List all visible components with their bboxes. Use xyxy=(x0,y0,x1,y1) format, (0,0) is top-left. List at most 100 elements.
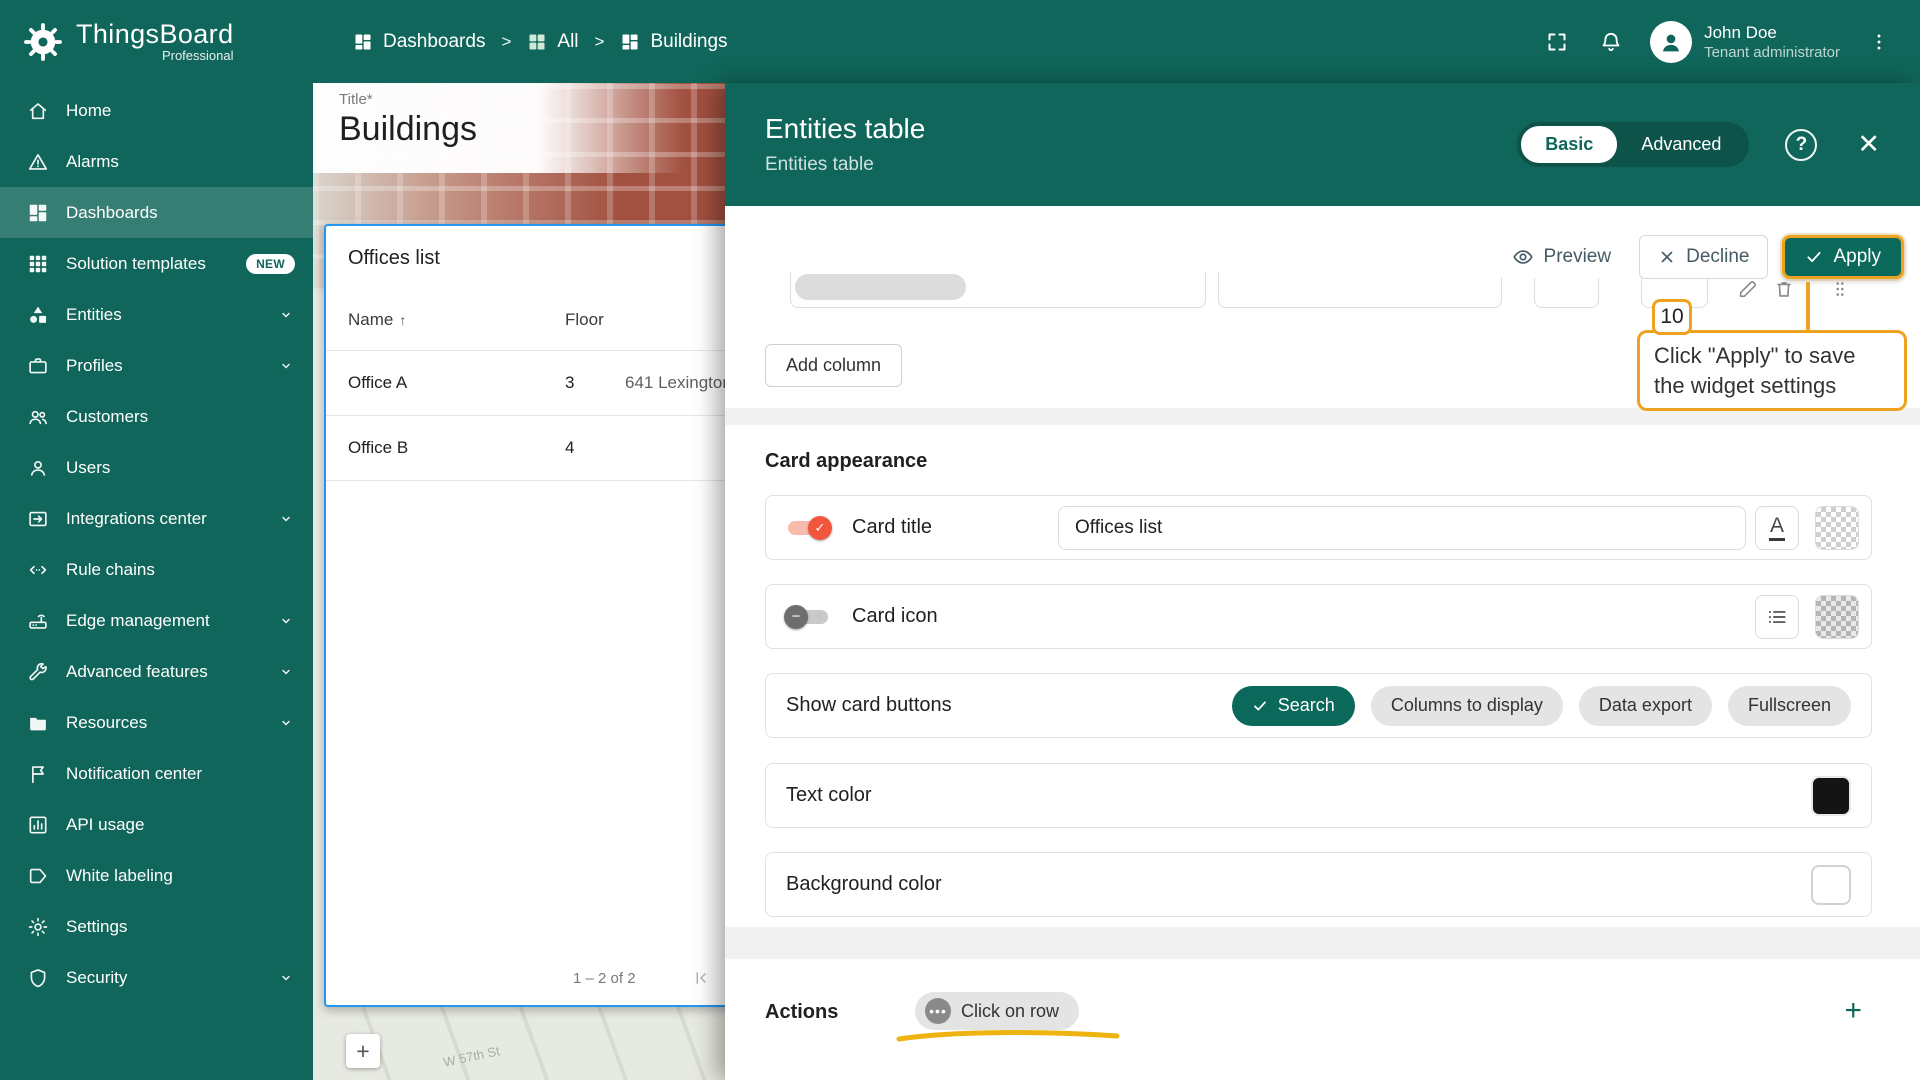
sidebar-item-notification-center[interactable]: Notification center xyxy=(0,748,313,799)
card-icon-toggle[interactable]: − xyxy=(784,604,830,629)
card-title-color-swatch[interactable] xyxy=(1815,506,1859,550)
brand[interactable]: ThingsBoard Professional xyxy=(0,0,313,83)
trash-icon[interactable] xyxy=(1773,278,1795,300)
entities-icon xyxy=(26,303,50,327)
text-color-swatch[interactable] xyxy=(1811,775,1851,816)
sidebar-item-white-labeling[interactable]: White labeling xyxy=(0,850,313,901)
panel-toolbar: Preview Decline Apply xyxy=(1497,235,1904,279)
chevron-down-icon xyxy=(277,969,295,987)
sidebar-item-rule-chains[interactable]: Rule chains xyxy=(0,544,313,595)
sidebar-item-advanced-features[interactable]: Advanced features xyxy=(0,646,313,697)
tab-basic[interactable]: Basic xyxy=(1521,126,1618,163)
preview-button[interactable]: Preview xyxy=(1497,236,1626,278)
breadcrumb-buildings[interactable]: Buildings xyxy=(620,31,728,53)
table-row[interactable]: Office A 3 641 Lexington xyxy=(326,351,725,416)
toggle-knob-minus-icon: − xyxy=(784,604,808,629)
sidebar-item-settings[interactable]: Settings xyxy=(0,901,313,952)
edit-pencil-icon[interactable] xyxy=(1737,278,1759,300)
truncated-width-field[interactable] xyxy=(1534,278,1599,308)
truncated-chip xyxy=(795,274,966,300)
sidebar-menu: Home Alarms Dashboards Solution template… xyxy=(0,85,313,1003)
sidebar-item-entities[interactable]: Entities xyxy=(0,289,313,340)
chevron-down-icon xyxy=(277,510,295,528)
column-header-name[interactable]: Name ↑ xyxy=(348,310,565,330)
sidebar-item-resources[interactable]: Resources xyxy=(0,697,313,748)
sidebar-item-alarms[interactable]: Alarms xyxy=(0,136,313,187)
sidebar-item-home[interactable]: Home xyxy=(0,85,313,136)
card-icon-row: − Card icon xyxy=(765,584,1872,649)
breadcrumb-all[interactable]: All xyxy=(527,31,579,53)
dashboard-canvas: Title* Buildings W 57th St Offices list … xyxy=(313,83,725,1080)
card-title-toggle[interactable]: ✓ xyxy=(786,515,832,540)
actions-heading: Actions xyxy=(765,1001,839,1023)
sidebar-item-profiles[interactable]: Profiles xyxy=(0,340,313,391)
card-icon-color-swatch[interactable] xyxy=(1815,595,1859,639)
card-appearance-heading: Card appearance xyxy=(765,450,928,472)
truncated-column-key-field[interactable] xyxy=(1218,272,1502,308)
eye-icon xyxy=(1512,246,1534,268)
chip-search[interactable]: Search xyxy=(1231,685,1355,726)
sidebar-item-integrations-center[interactable]: Integrations center xyxy=(0,493,313,544)
pagination-range: 1 – 2 of 2 xyxy=(573,969,636,987)
drag-handle-icon[interactable] xyxy=(1829,278,1851,300)
sidebar-item-api-usage[interactable]: API usage xyxy=(0,799,313,850)
apply-button[interactable]: Apply xyxy=(1782,235,1904,279)
sidebar-item-edge-management[interactable]: Edge management xyxy=(0,595,313,646)
solution-templates-icon xyxy=(26,252,50,276)
table-header-row: Name ↑ Floor xyxy=(326,290,725,351)
user-menu[interactable]: John Doe Tenant administrator xyxy=(1650,20,1840,63)
sidebar-item-customers[interactable]: Customers xyxy=(0,391,313,442)
offices-list-widget[interactable]: Offices list Name ↑ Floor Office A 3 641 … xyxy=(324,224,725,1007)
chip-label: Data export xyxy=(1598,695,1692,715)
background-color-row: Background color xyxy=(765,852,1872,917)
dashboards-icon xyxy=(26,201,50,225)
breadcrumb-dashboards[interactable]: Dashboards xyxy=(353,31,485,53)
widget-settings-panel: Entities table Entities table Basic Adva… xyxy=(725,83,1920,1080)
notifications-bell-icon[interactable] xyxy=(1596,27,1626,57)
sidebar-item-users[interactable]: Users xyxy=(0,442,313,493)
sidebar-item-security[interactable]: Security xyxy=(0,952,313,1003)
help-icon[interactable]: ? xyxy=(1785,128,1818,161)
action-click-on-row-chip[interactable]: ••• Click on row xyxy=(915,992,1080,1030)
map-zoom-in-button[interactable]: + xyxy=(346,1034,380,1068)
column-header-floor[interactable]: Floor xyxy=(565,310,625,330)
sidebar-item-label: Integrations center xyxy=(66,508,207,528)
sidebar-item-label: Advanced features xyxy=(66,661,208,681)
api-usage-icon xyxy=(26,813,50,837)
background-color-swatch[interactable] xyxy=(1811,864,1851,905)
rule-chains-icon xyxy=(26,558,50,582)
font-icon: A xyxy=(1768,515,1785,541)
card-title-input[interactable] xyxy=(1058,506,1746,550)
table-row[interactable]: Office B 4 xyxy=(326,416,725,481)
kebab-menu-icon[interactable] xyxy=(1864,27,1894,57)
section-divider xyxy=(725,927,1920,959)
sidebar-item-label: Users xyxy=(66,457,111,477)
add-column-button[interactable]: Add column xyxy=(765,344,903,387)
decline-button[interactable]: Decline xyxy=(1639,235,1769,279)
first-page-icon[interactable] xyxy=(692,969,710,987)
breadcrumb-separator: > xyxy=(594,31,605,51)
chevron-down-icon xyxy=(277,612,295,630)
chip-label: Columns to display xyxy=(1390,695,1543,715)
tab-advanced[interactable]: Advanced xyxy=(1617,126,1745,163)
sidebar-item-label: API usage xyxy=(66,814,145,834)
sidebar-item-dashboards[interactable]: Dashboards xyxy=(0,187,313,238)
thingsboard-logo-gear-icon xyxy=(22,21,64,63)
close-icon[interactable]: ✕ xyxy=(1857,131,1880,158)
chip-fullscreen[interactable]: Fullscreen xyxy=(1727,685,1851,726)
panel-subtitle: Entities table xyxy=(765,154,874,175)
cell-floor: 4 xyxy=(565,438,575,457)
chip-columns-to-display[interactable]: Columns to display xyxy=(1370,685,1563,726)
font-settings-button[interactable]: A xyxy=(1755,506,1799,550)
cell-floor: 3 xyxy=(565,373,575,392)
cell-name: Office A xyxy=(348,373,408,392)
sidebar-item-solution-templates[interactable]: Solution templates NEW xyxy=(0,238,313,289)
dashboard-title[interactable]: Buildings xyxy=(339,110,699,149)
add-action-button[interactable]: + xyxy=(1844,996,1862,1026)
icon-list-button[interactable] xyxy=(1755,595,1799,639)
chip-data-export[interactable]: Data export xyxy=(1578,685,1712,726)
sidebar-item-label: White labeling xyxy=(66,865,173,885)
card-buttons-chips: Search Columns to display Data export Fu… xyxy=(1231,685,1851,726)
fullscreen-icon[interactable] xyxy=(1542,27,1572,57)
sidebar-item-label: Alarms xyxy=(66,151,119,171)
